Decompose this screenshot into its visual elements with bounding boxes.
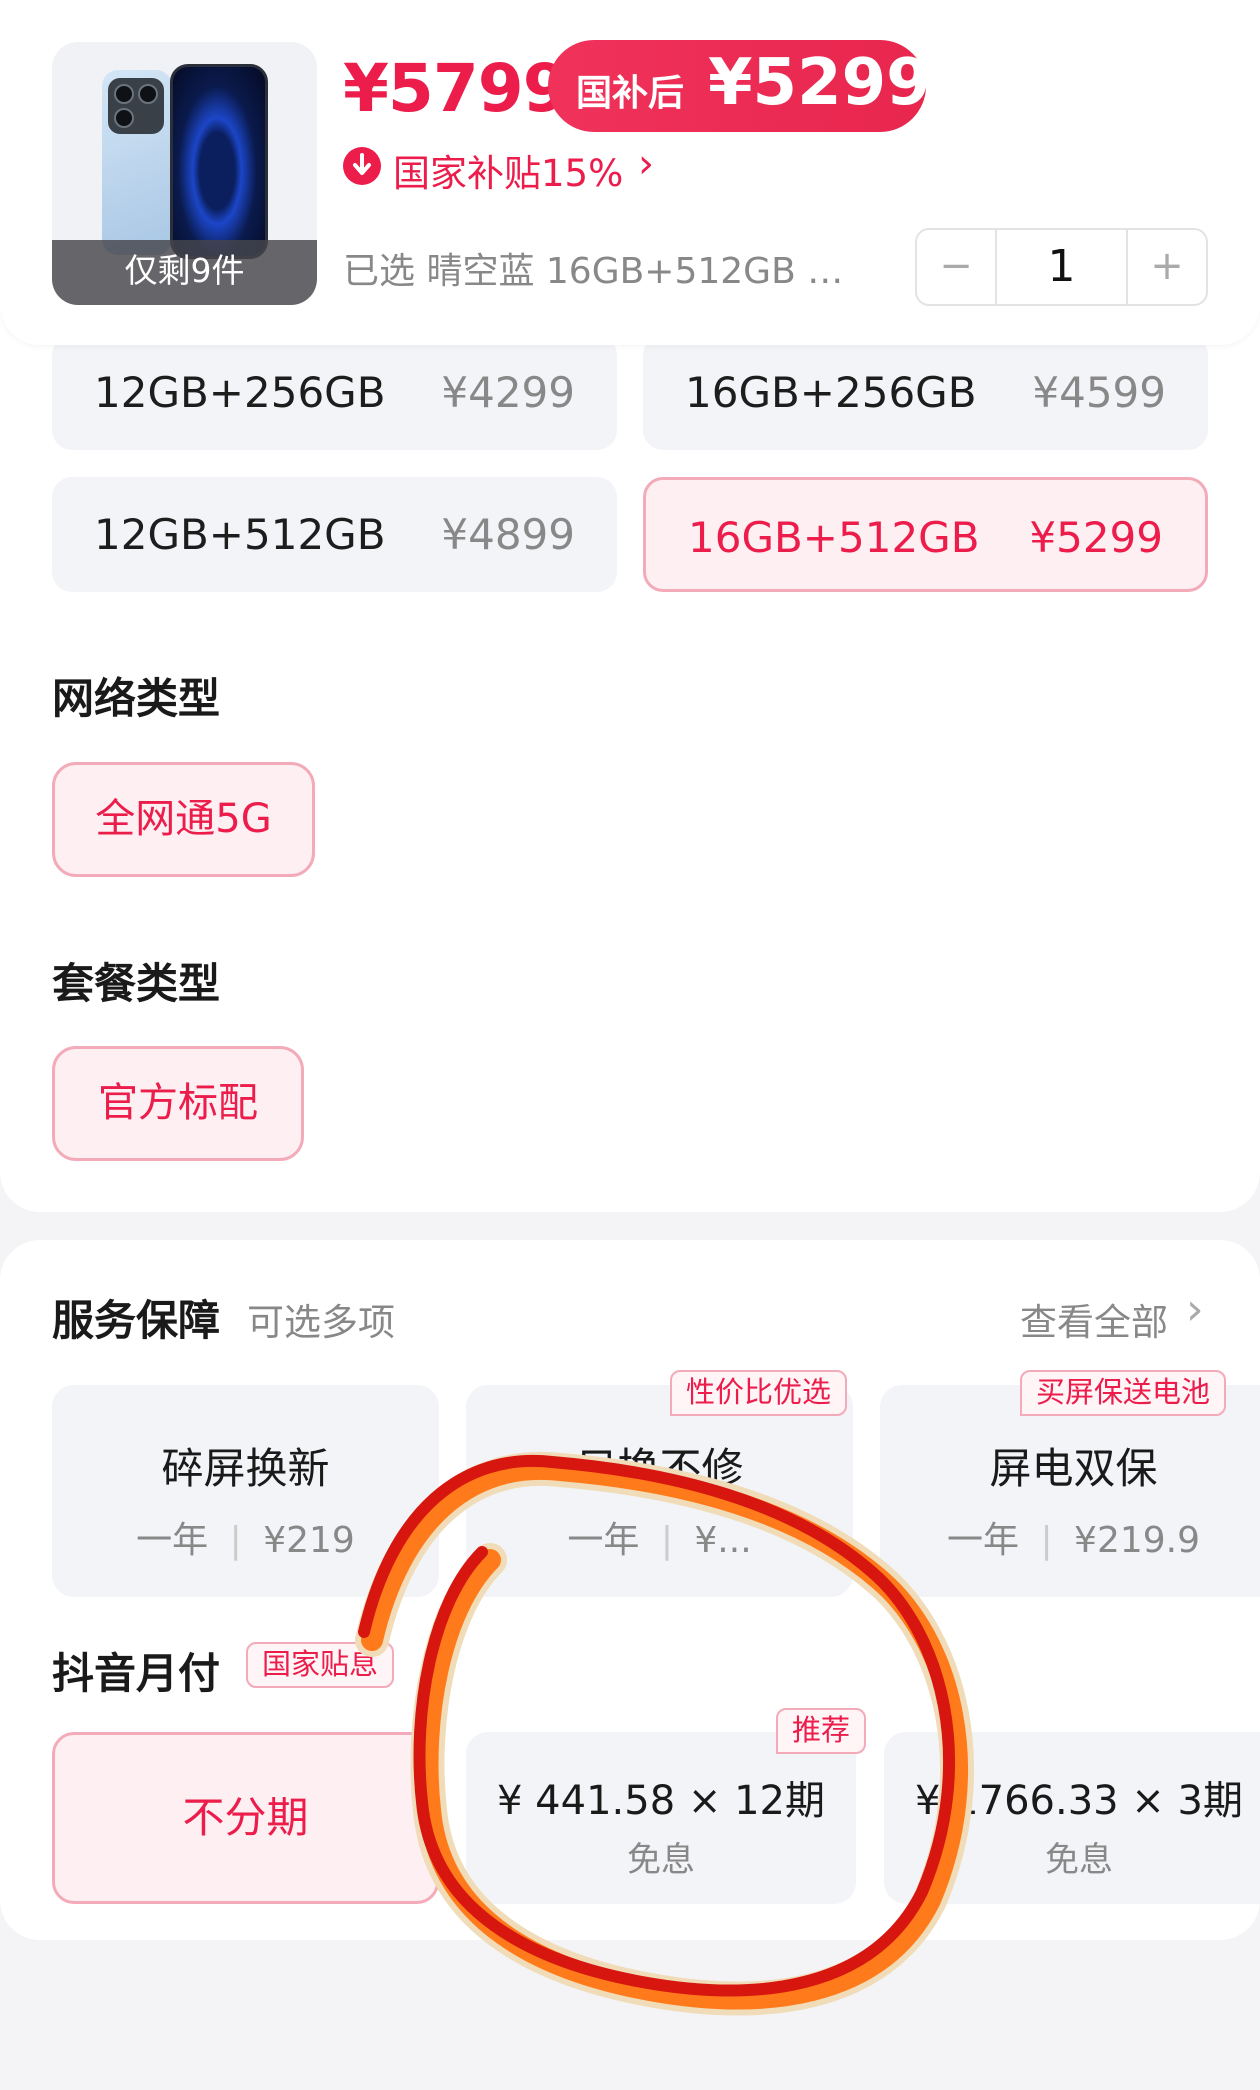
installment-note: 免息 — [627, 1840, 695, 1880]
divider: | — [660, 1520, 673, 1561]
service-item-term: 一年 — [946, 1520, 1019, 1561]
divider: | — [1040, 1520, 1053, 1561]
spec-options-card: 12GB+256GB ¥4299 16GB+256GB ¥4599 12GB+5… — [0, 300, 1260, 1212]
service-item-name: 碎屏换新 — [161, 1444, 330, 1493]
spec-option-price: ¥4299 — [441, 368, 575, 417]
subsidy-rate-link[interactable]: 国家补贴15% — [393, 143, 623, 197]
down-arrow-icon — [343, 147, 381, 185]
network-option-5g[interactable]: 全网通5G — [52, 762, 315, 877]
service-item-term-price: 一年 | ¥... — [466, 1511, 853, 1563]
chevron-right-icon[interactable]: › — [638, 141, 654, 187]
spec-option-label: 12GB+512GB — [94, 510, 386, 559]
product-thumbnail[interactable]: 仅剩9件 — [52, 42, 317, 305]
service-item-price: ¥... — [694, 1520, 752, 1561]
spec-option-label: 16GB+256GB — [685, 368, 977, 417]
product-header: 仅剩9件 ¥5799 国补后 ¥5299 国家补贴15% › 已选 晴空蓝 16… — [0, 0, 1260, 345]
service-item-term-price: 一年 | ¥219.9 — [880, 1511, 1260, 1563]
installment-option-12[interactable]: ¥ 441.58 × 12期 免息 — [466, 1732, 856, 1904]
increase-quantity-button[interactable]: + — [1126, 230, 1206, 304]
interest-subsidy-tag: 国家贴息 — [246, 1642, 395, 1688]
divider: | — [229, 1520, 242, 1561]
quantity-stepper: − 1 + — [915, 228, 1208, 306]
installment-amount: ¥ 1766.33 × 3期 — [915, 1778, 1243, 1824]
phone-front-image — [170, 64, 268, 259]
original-price: ¥5799 — [343, 50, 569, 127]
package-option-standard[interactable]: 官方标配 — [52, 1046, 304, 1161]
service-item-term: 一年 — [136, 1520, 209, 1561]
service-item[interactable]: 碎屏换新 一年 | ¥219 — [52, 1385, 439, 1597]
camera-module-icon — [108, 78, 164, 134]
spec-option[interactable]: 16GB+256GB ¥4599 — [643, 335, 1208, 450]
quantity-input[interactable]: 1 — [997, 230, 1126, 304]
service-item-price: ¥219 — [263, 1520, 355, 1561]
camera-lens-icon — [114, 108, 134, 128]
service-item-term: 一年 — [567, 1520, 640, 1561]
decrease-quantity-button[interactable]: − — [917, 230, 997, 304]
service-subtitle: 可选多项 — [247, 1301, 395, 1344]
stock-badge: 仅剩9件 — [52, 240, 317, 305]
spec-option-price: ¥4899 — [441, 510, 575, 559]
package-type-title: 套餐类型 — [52, 959, 221, 1008]
spec-option-selected[interactable]: 16GB+512GB ¥5299 — [643, 477, 1208, 592]
selected-spec-summary: 已选 晴空蓝 16GB+512GB 全网通5G 官方标配 — [343, 251, 873, 292]
spec-option-price: ¥5299 — [1029, 513, 1163, 562]
service-tag: 性价比优选 — [670, 1370, 848, 1416]
subsidy-price-pill: 国补后 ¥5299 — [548, 40, 931, 132]
monthly-pay-title: 抖音月付 — [52, 1649, 221, 1698]
installment-note: 免息 — [1045, 1840, 1113, 1880]
subsidy-label: 国补后 — [576, 73, 685, 114]
service-item-term-price: 一年 | ¥219 — [52, 1511, 439, 1563]
service-item-price: ¥219.9 — [1074, 1520, 1201, 1561]
spec-option-price: ¥4599 — [1032, 368, 1166, 417]
network-type-title: 网络类型 — [52, 674, 221, 723]
spec-option-label: 16GB+512GB — [688, 513, 980, 562]
service-item[interactable]: 屏电双保 一年 | ¥219.9 — [880, 1385, 1260, 1597]
spec-option[interactable]: 12GB+256GB ¥4299 — [52, 335, 617, 450]
service-item[interactable]: 只换不修 一年 | ¥... — [466, 1385, 853, 1597]
chevron-right-icon[interactable]: › — [1186, 1284, 1204, 1335]
installment-option-3[interactable]: ¥ 1766.33 × 3期 免息 — [884, 1732, 1260, 1904]
service-tag: 买屏保送电池 — [1020, 1370, 1227, 1416]
view-all-link[interactable]: 查看全部 — [1020, 1292, 1168, 1346]
camera-lens-icon — [114, 84, 134, 104]
spec-option[interactable]: 12GB+512GB ¥4899 — [52, 477, 617, 592]
no-installment-label: 不分期 — [182, 1793, 309, 1842]
service-item-name: 屏电双保 — [989, 1444, 1158, 1493]
spec-option-label: 12GB+256GB — [94, 368, 386, 417]
no-installment-option[interactable]: 不分期 — [52, 1732, 439, 1904]
subsidy-price: ¥5299 — [708, 46, 931, 120]
installment-amount: ¥ 441.58 × 12期 — [497, 1778, 825, 1824]
camera-lens-icon — [138, 84, 158, 104]
service-payment-card: 服务保障 可选多项 查看全部 › 碎屏换新 一年 | ¥219 只换不修 一年 … — [0, 1240, 1260, 1940]
recommend-tag: 推荐 — [776, 1708, 867, 1754]
service-item-name: 只换不修 — [575, 1444, 744, 1493]
service-title: 服务保障 — [52, 1296, 221, 1345]
